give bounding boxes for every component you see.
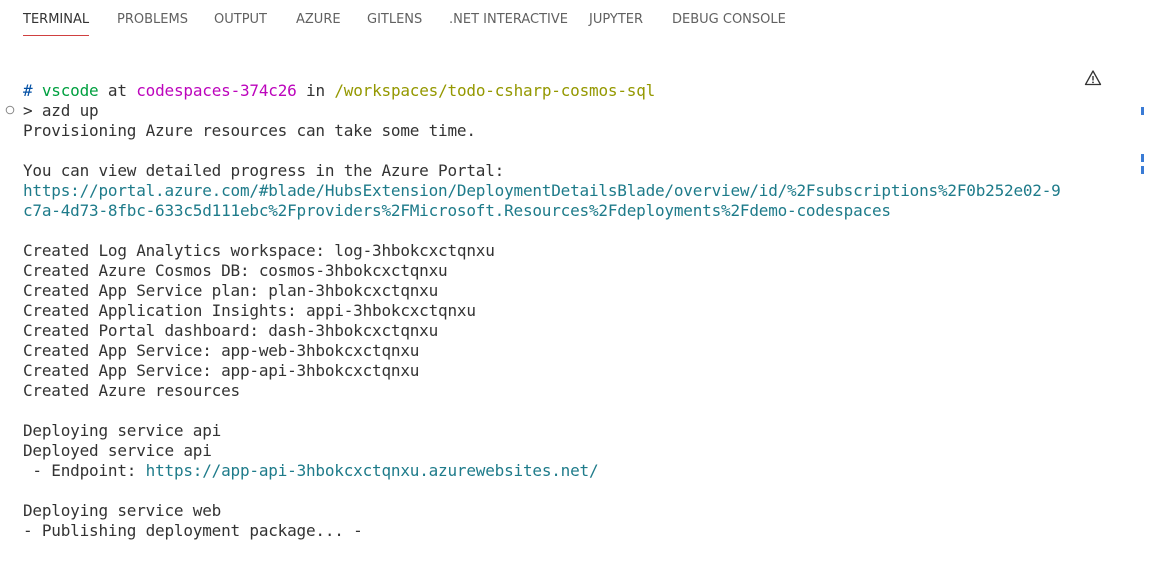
prompt-user: vscode	[41, 81, 99, 100]
created-line: Created Application Insights: appi-3hbok…	[23, 301, 476, 320]
terminal-output[interactable]: # vscode at codespaces-374c26 in /worksp…	[0, 80, 1152, 562]
portal-link[interactable]: https://portal.azure.com/#blade/HubsExte…	[23, 181, 1061, 201]
output-line: Deployed service api	[23, 441, 212, 460]
tab-debug-console[interactable]: DEBUG CONSOLE	[672, 12, 786, 36]
created-line: Created Azure resources	[23, 381, 240, 400]
portal-link-continued[interactable]: c7a-4d73-8fbc-633c5d111ebc%2Fproviders%2…	[23, 201, 891, 221]
tab-output[interactable]: OUTPUT	[214, 12, 267, 36]
tab-dotnet-interactive[interactable]: .NET INTERACTIVE	[449, 12, 568, 36]
created-line: Created App Service plan: plan-3hbokcxct…	[23, 281, 439, 300]
prompt-line: # vscode at codespaces-374c26 in /worksp…	[23, 81, 655, 101]
command-line: > azd up	[23, 101, 99, 120]
prompt-host: codespaces-374c26	[136, 81, 297, 100]
endpoint-line: - Endpoint: https://app-api-3hbokcxctqnx…	[23, 461, 598, 481]
created-line: Created Log Analytics workspace: log-3hb…	[23, 241, 495, 260]
tab-terminal[interactable]: TERMINAL	[23, 12, 90, 36]
tab-gitlens[interactable]: GITLENS	[367, 12, 422, 36]
tab-problems[interactable]: PROBLEMS	[117, 12, 188, 36]
endpoint-link[interactable]: https://app-api-3hbokcxctqnxu.azurewebsi…	[146, 461, 599, 480]
prompt-in: in	[306, 81, 325, 100]
endpoint-label: - Endpoint:	[23, 461, 146, 480]
output-line: Deploying service web	[23, 501, 222, 520]
tab-jupyter[interactable]: JUPYTER	[589, 12, 643, 36]
created-line: Created Portal dashboard: dash-3hbokcxct…	[23, 321, 439, 340]
progress-line: - Publishing deployment package... -	[23, 521, 363, 540]
output-line: Provisioning Azure resources can take so…	[23, 121, 476, 140]
prompt-path: /workspaces/todo-csharp-cosmos-sql	[334, 81, 656, 100]
output-line: You can view detailed progress in the Az…	[23, 161, 505, 180]
prompt-at: at	[107, 81, 127, 100]
panel-tab-bar: TERMINAL PROBLEMS OUTPUT AZURE GITLENS .…	[0, 0, 1152, 40]
created-line: Created Azure Cosmos DB: cosmos-3hbokcxc…	[23, 261, 448, 280]
tab-azure[interactable]: AZURE	[296, 12, 341, 36]
output-line: Deploying service api	[23, 421, 222, 440]
prompt-hash: #	[23, 81, 33, 100]
created-line: Created App Service: app-web-3hbokcxctqn…	[23, 341, 420, 360]
created-line: Created App Service: app-api-3hbokcxctqn…	[23, 361, 420, 380]
